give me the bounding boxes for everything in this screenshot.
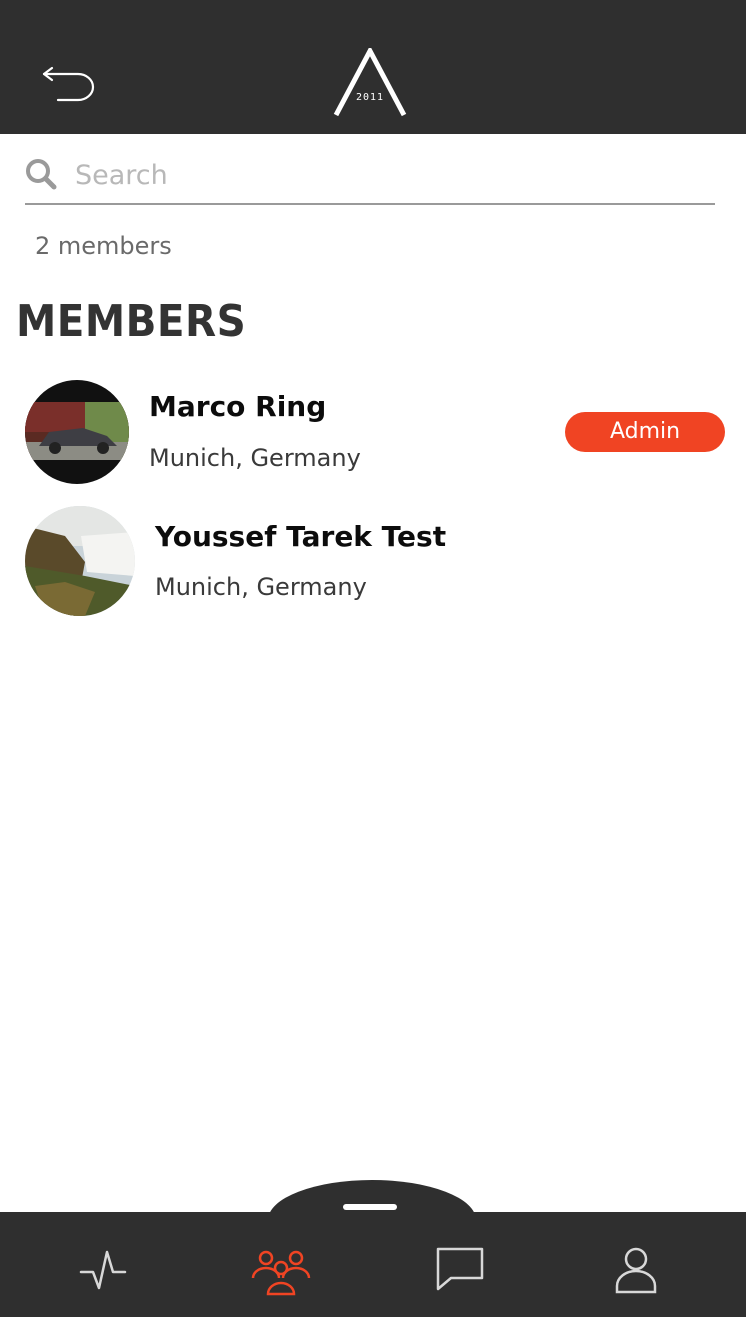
tab-profile[interactable] bbox=[576, 1212, 696, 1317]
search-bar bbox=[25, 150, 715, 205]
activity-icon bbox=[79, 1250, 127, 1290]
tab-activity[interactable] bbox=[43, 1212, 163, 1317]
logo-year: 2011 bbox=[355, 92, 385, 103]
search-input[interactable] bbox=[75, 154, 695, 196]
members-icon bbox=[251, 1250, 311, 1296]
tab-members[interactable] bbox=[221, 1212, 341, 1317]
section-title: MEMBERS bbox=[16, 296, 247, 347]
back-button[interactable] bbox=[40, 58, 98, 104]
member-location: Munich, Germany bbox=[149, 444, 361, 472]
tab-bar bbox=[0, 1212, 746, 1317]
member-name: Youssef Tarek Test bbox=[155, 520, 447, 553]
drag-handle[interactable] bbox=[343, 1204, 397, 1210]
member-count: 2 members bbox=[35, 232, 172, 260]
back-arrow-icon bbox=[42, 66, 95, 102]
avatar bbox=[25, 380, 129, 484]
avatar bbox=[25, 506, 135, 616]
search-icon bbox=[26, 159, 57, 190]
admin-badge: Admin bbox=[565, 412, 725, 452]
chat-icon bbox=[436, 1247, 484, 1291]
member-row[interactable]: Youssef Tarek Test Munich, Germany bbox=[0, 504, 746, 616]
member-location: Munich, Germany bbox=[155, 573, 367, 601]
top-bar: 2011 bbox=[0, 0, 746, 134]
app-logo: 2011 bbox=[333, 45, 407, 118]
tab-chat[interactable] bbox=[400, 1212, 520, 1317]
member-name: Marco Ring bbox=[149, 390, 327, 423]
profile-icon bbox=[615, 1247, 657, 1294]
